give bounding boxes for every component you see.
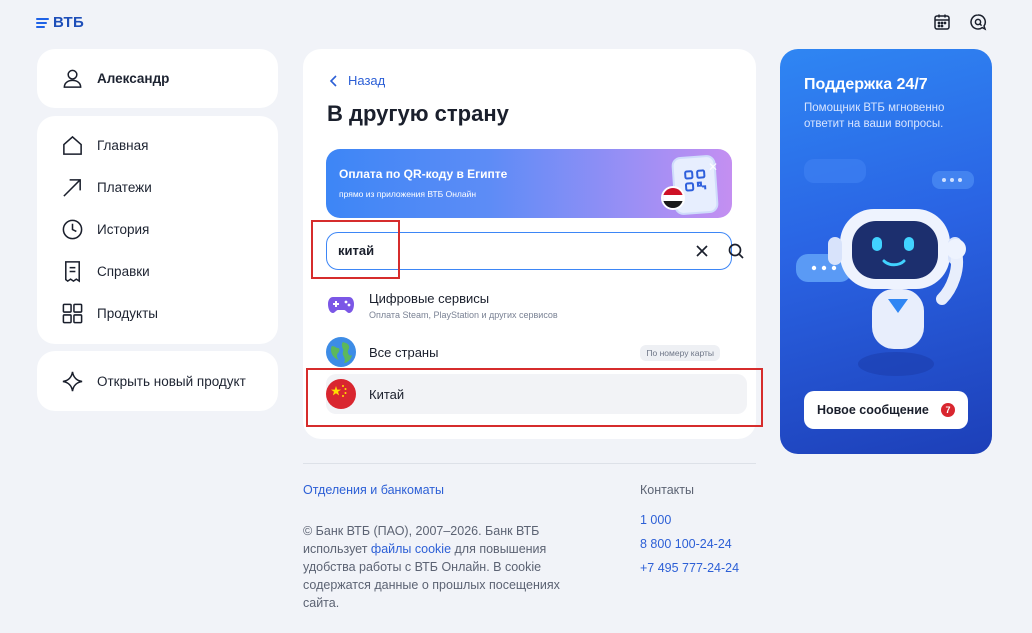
- cookie-link[interactable]: файлы cookie: [371, 542, 451, 556]
- result-digital-services[interactable]: Цифровые сервисы Оплата Steam, PlayStati…: [326, 285, 747, 325]
- sidebar-item-label: Главная: [97, 138, 149, 153]
- sidebar-item-home[interactable]: Главная: [61, 134, 148, 157]
- phone-link[interactable]: 8 800 100-24-24: [640, 537, 732, 551]
- new-message-label: Новое сообщение: [817, 403, 929, 417]
- logo-text: ВТБ: [53, 14, 85, 31]
- sidebar-item-history[interactable]: История: [61, 218, 149, 241]
- back-link[interactable]: Назад: [329, 73, 385, 88]
- support-promo: Поддержка 24/7 Помощник ВТБ мгновенно от…: [780, 49, 992, 454]
- user-icon: [63, 69, 82, 88]
- search-icon[interactable]: [727, 242, 745, 260]
- back-label: Назад: [348, 73, 386, 88]
- phone-link[interactable]: +7 495 777-24-24: [640, 561, 739, 575]
- banner-title: Оплата по QR-коду в Египте: [339, 167, 508, 181]
- logo-mark-icon: [36, 17, 49, 28]
- sidebar-nav: Главная Платежи История Справки Продукты: [37, 116, 278, 344]
- page-title: В другую страну: [327, 101, 509, 126]
- open-new-product-button[interactable]: Открыть новый продукт: [37, 351, 278, 411]
- sidebar-item-label: Справки: [97, 264, 150, 279]
- arrow-up-right-icon: [63, 179, 81, 197]
- phone-link[interactable]: 1 000: [640, 513, 671, 527]
- highlight-china-result: [306, 368, 763, 427]
- promo-title: Поддержка 24/7: [804, 76, 928, 93]
- sidebar-item-payments[interactable]: Платежи: [61, 176, 152, 199]
- copyright-text: © Банк ВТБ (ПАО), 2007–2026. Банк ВТБ ис…: [303, 522, 583, 612]
- sidebar-item-references[interactable]: Справки: [61, 260, 150, 283]
- user-name: Александр: [97, 71, 170, 86]
- qr-code-icon: [684, 169, 707, 192]
- branches-link[interactable]: Отделения и банкоматы: [303, 483, 444, 497]
- clock-icon: [62, 219, 83, 240]
- banner-subtitle: прямо из приложения ВТБ Онлайн: [339, 189, 477, 199]
- contacts-title: Контакты: [640, 483, 694, 497]
- result-title: Все страны: [369, 344, 439, 360]
- user-card[interactable]: Александр: [37, 49, 278, 108]
- promo-text: Помощник ВТБ мгновенно ответит на ваши в…: [804, 102, 945, 130]
- highlight-search-value: [311, 220, 400, 279]
- new-message-button[interactable]: Новое сообщение 7: [804, 391, 968, 429]
- egypt-flag-icon: [661, 186, 685, 210]
- open-new-product-label: Открыть новый продукт: [97, 374, 246, 389]
- document-icon: [65, 261, 80, 283]
- sparkle-icon: [62, 371, 83, 392]
- sidebar-item-products[interactable]: Продукты: [61, 302, 158, 325]
- sidebar-item-label: Платежи: [97, 180, 152, 195]
- clear-icon[interactable]: [695, 244, 709, 258]
- home-icon: [63, 135, 82, 155]
- result-title: Цифровые сервисы: [369, 290, 490, 306]
- robot-illustration: [796, 159, 974, 376]
- result-subtitle: Оплата Steam, PlayStation и других серви…: [369, 309, 558, 320]
- chat-search-icon[interactable]: [969, 13, 987, 31]
- close-icon[interactable]: ✕: [706, 160, 720, 174]
- sidebar-item-label: История: [97, 222, 150, 237]
- vtb-logo[interactable]: ВТБ: [36, 14, 84, 31]
- card-number-badge: По номеру карты: [640, 345, 720, 361]
- footer-divider: [303, 463, 756, 464]
- promo-banner[interactable]: Оплата по QR-коду в Египте прямо из прил…: [326, 149, 732, 218]
- sidebar-item-label: Продукты: [97, 306, 158, 321]
- calendar-icon[interactable]: [933, 13, 951, 31]
- globe-icon: [326, 337, 356, 367]
- result-all-countries[interactable]: Все страны По номеру карты: [326, 332, 747, 372]
- gamepad-icon: [326, 290, 356, 320]
- chevron-left-icon: [329, 74, 337, 87]
- unread-count-badge: 7: [941, 403, 955, 417]
- grid-icon: [62, 303, 83, 324]
